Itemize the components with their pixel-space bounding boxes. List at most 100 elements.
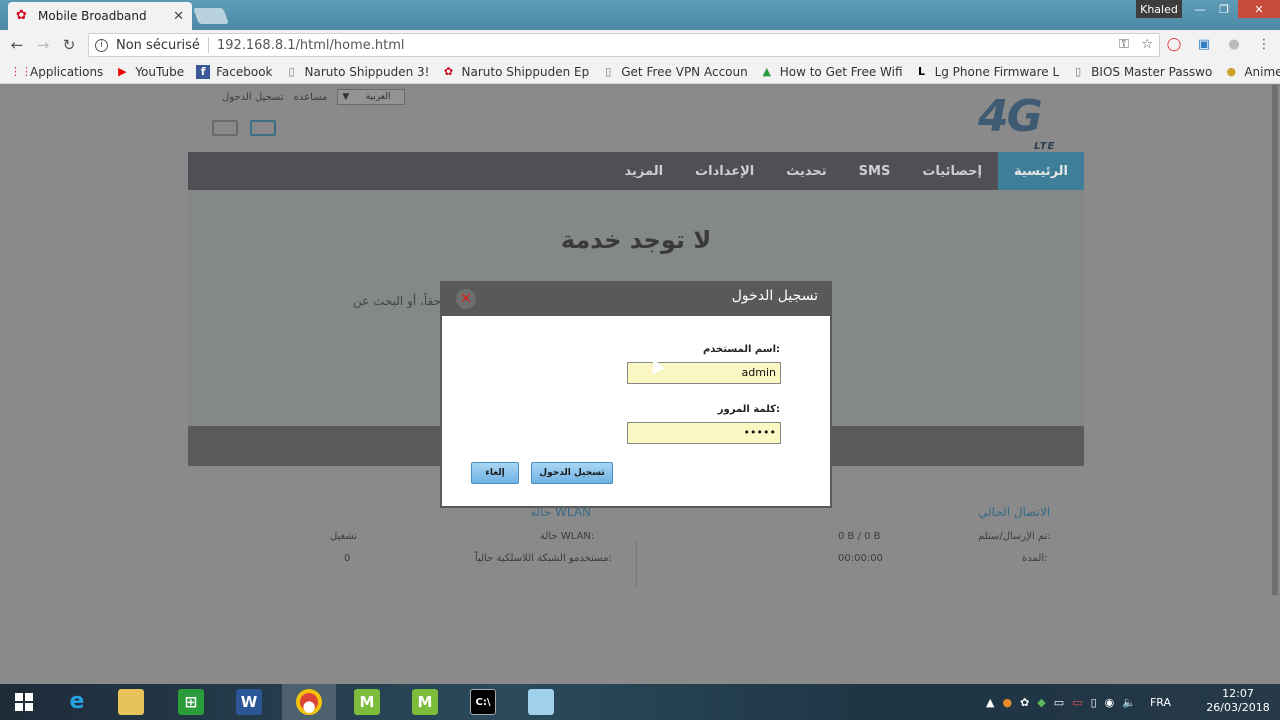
- word-icon[interactable]: W: [222, 684, 276, 720]
- new-tab-button[interactable]: [193, 8, 229, 24]
- divider: [636, 540, 637, 588]
- bookmarks-bar: ⋮⋮ Applications ▶ YouTube f Facebook ▯ Narut…: [0, 60, 1280, 84]
- chevron-up-icon[interactable]: ▲: [986, 696, 994, 709]
- mobile-partner-icon[interactable]: M: [340, 684, 394, 720]
- info-icon[interactable]: i: [95, 38, 108, 52]
- wlan-label: مستخدمو الشبكة اللاسلكية حالياً:: [475, 553, 612, 564]
- cancel-button[interactable]: إلغاء: [471, 462, 519, 484]
- window-close-icon[interactable]: ✕: [1238, 0, 1280, 18]
- nav-update[interactable]: تحديث: [770, 152, 842, 190]
- bookmark-item[interactable]: ●Anime - Naruto Shipp: [1224, 65, 1280, 79]
- close-icon[interactable]: ✕: [456, 289, 476, 309]
- huawei-icon: ✿: [16, 8, 27, 23]
- connection-label: تم الإرسال/ستلم:: [978, 531, 1051, 542]
- mobile-partner-icon[interactable]: M: [398, 684, 452, 720]
- store-icon[interactable]: ⊞: [164, 684, 218, 720]
- security-label: Non sécurisé: [116, 37, 200, 53]
- windows-logo-icon: [15, 693, 33, 711]
- internet-explorer-icon[interactable]: e: [50, 684, 104, 720]
- login-link[interactable]: تسجيل الدخول: [222, 92, 284, 103]
- connection-value: 0 B / 0 B: [838, 531, 881, 542]
- nav-sms[interactable]: SMS: [843, 152, 907, 190]
- connection-title: الاتصال الحالي: [978, 505, 1051, 519]
- nav-settings[interactable]: الإعدادات: [679, 152, 770, 190]
- system-tray: ▲ ● ✿ ◆ ▭ ▭ ▯ ◉ 🔈 FRA: [986, 684, 1179, 720]
- browser-titlebar: ✿ Mobile Broadband ✕ Khaled — ❐ ✕: [0, 0, 1280, 30]
- bookmark-item[interactable]: ▯ BIOS Master Passwo: [1071, 65, 1212, 79]
- nav-home[interactable]: الرئيسية: [997, 152, 1084, 190]
- reload-icon[interactable]: ↻: [60, 36, 78, 54]
- profile-button[interactable]: Khaled: [1136, 0, 1182, 18]
- scrollbar-thumb[interactable]: [1272, 85, 1278, 595]
- dialog-header: تسجيل الدخول ✕: [442, 283, 830, 316]
- file-explorer-icon[interactable]: [104, 684, 158, 720]
- connection-value: 00:00:00: [838, 553, 883, 564]
- no-service-heading: لا توجد خدمة: [560, 226, 712, 254]
- bookmark-item[interactable]: ✿ Naruto Shippuden Ep: [442, 65, 589, 79]
- tray-app-icon[interactable]: ●: [1002, 696, 1012, 709]
- nav-more[interactable]: المزيد: [609, 152, 680, 190]
- network-error-icon[interactable]: ▭: [1072, 696, 1082, 709]
- bookmark-item[interactable]: ▯ Get Free VPN Accoun: [601, 65, 748, 79]
- url-text[interactable]: 192.168.8.1/html/home.html: [217, 38, 405, 53]
- tray-app-icon[interactable]: ✿: [1020, 696, 1029, 709]
- status-description: حقاً، أو البحث عن: [353, 294, 442, 308]
- opera-icon[interactable]: ◯: [1166, 37, 1182, 53]
- tablet-icon: [212, 120, 238, 136]
- wlan-value: 0: [344, 553, 351, 564]
- cloud-icon: ▲: [762, 64, 771, 78]
- battery-icon[interactable]: ▯: [1091, 696, 1097, 709]
- help-link[interactable]: مساعدة: [294, 92, 328, 103]
- key-icon[interactable]: ⚿: [1119, 37, 1129, 52]
- start-button[interactable]: [0, 684, 48, 720]
- browser-tab[interactable]: ✿ Mobile Broadband ✕: [8, 2, 192, 30]
- login-button[interactable]: تسجيل الدخول: [531, 462, 613, 484]
- youtube-icon: ▶: [118, 64, 127, 78]
- chat-icon[interactable]: ●: [1226, 37, 1242, 53]
- apps-grid-icon: ⋮⋮: [10, 64, 32, 78]
- bookmark-item[interactable]: ▲ How to Get Free Wifi: [760, 64, 902, 79]
- extension-icon[interactable]: ▣: [1196, 37, 1212, 53]
- tab-title: Mobile Broadband: [38, 9, 147, 23]
- page-scrollbar[interactable]: [1272, 85, 1280, 684]
- language-select[interactable]: ▼ العربية: [337, 89, 406, 105]
- username-label: اسم المستخدم:: [702, 344, 780, 355]
- bookmark-item[interactable]: ▯ Naruto Shippuden 3!: [285, 64, 429, 79]
- bookmark-item[interactable]: ⋮⋮ Applications: [10, 65, 103, 79]
- forward-icon[interactable]: →: [34, 36, 52, 54]
- volume-icon[interactable]: 🔈: [1122, 696, 1136, 709]
- top-links: تسجيل الدخول مساعدة ▼ العربية: [222, 89, 406, 105]
- password-field[interactable]: •••••: [627, 422, 781, 444]
- chrome-icon[interactable]: ●: [282, 684, 336, 720]
- command-prompt-icon[interactable]: C:\: [456, 684, 510, 720]
- wifi-icon[interactable]: ◉: [1105, 696, 1115, 709]
- divider: [207, 37, 209, 53]
- language-indicator[interactable]: FRA: [1150, 696, 1171, 709]
- anime-icon: ●: [1226, 64, 1237, 78]
- clock[interactable]: 12:07 26/03/2018: [1206, 687, 1270, 715]
- main-nav: الرئيسية إحصائيات SMS تحديث الإعدادات ال…: [188, 152, 1084, 190]
- page-icon: ▯: [288, 64, 295, 78]
- network-icon[interactable]: ▭: [1054, 696, 1064, 709]
- wlan-value: تشغيل: [330, 531, 358, 542]
- back-icon[interactable]: ←: [8, 36, 26, 54]
- nav-statistics[interactable]: إحصائيات: [906, 152, 998, 190]
- 4g-lte-logo: 4G LTE: [978, 91, 1056, 153]
- password-label: كلمة المرور:: [717, 404, 780, 415]
- menu-icon[interactable]: ⋮: [1256, 37, 1272, 53]
- address-bar[interactable]: i Non sécurisé 192.168.8.1/html/home.htm…: [88, 33, 1160, 57]
- bookmark-item[interactable]: f Facebook: [196, 64, 273, 79]
- notepad-icon[interactable]: [514, 684, 568, 720]
- maximize-icon[interactable]: ❐: [1210, 0, 1238, 18]
- windows-taskbar: e ⊞ W ● M M C:\ ▲ ● ✿ ◆ ▭ ▭ ▯ ◉ 🔈 FRA 12…: [0, 684, 1280, 720]
- clock-time: 12:07: [1222, 687, 1254, 700]
- omnibox-actions: ⚿ ☆: [1119, 37, 1153, 52]
- tray-app-icon[interactable]: ◆: [1037, 696, 1045, 709]
- facebook-icon: f: [196, 64, 211, 79]
- bookmark-item[interactable]: ▶ YouTube: [115, 65, 184, 79]
- clock-date: 26/03/2018: [1206, 701, 1270, 714]
- page-icon: ▯: [1075, 64, 1082, 78]
- tab-close-icon[interactable]: ✕: [173, 9, 184, 24]
- bookmark-item[interactable]: L Lg Phone Firmware L: [915, 65, 1059, 79]
- bookmark-star-icon[interactable]: ☆: [1141, 37, 1153, 52]
